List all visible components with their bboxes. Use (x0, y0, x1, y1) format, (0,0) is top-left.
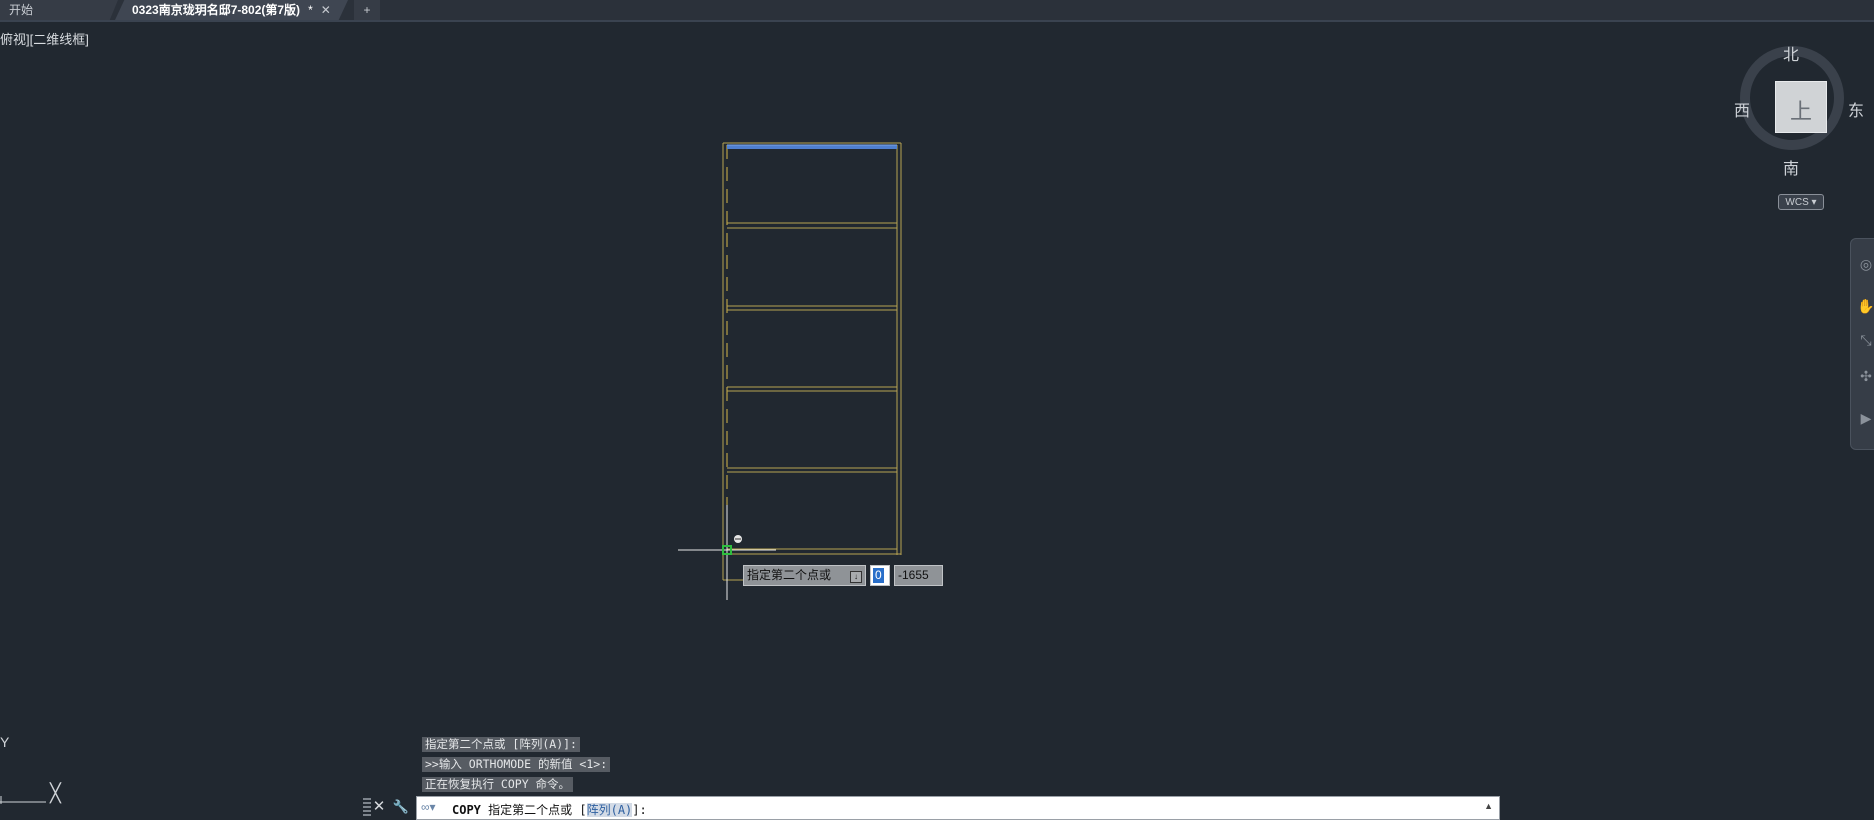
command-prompt: 指定第二个点或 [ (488, 803, 587, 817)
ucs-x-axis (0, 796, 46, 804)
command-line-grip[interactable] (363, 798, 371, 816)
active-command: COPY (452, 803, 481, 817)
viewcube-top-face[interactable]: 上 (1775, 81, 1827, 133)
compass-north[interactable]: 北 (1783, 41, 1799, 65)
customize-wrench-icon[interactable]: 🔧 (392, 797, 410, 817)
wcs-menu-button[interactable]: WCS ▾ (1778, 194, 1824, 210)
command-history-line: >>输入 ORTHOMODE 的新值 <1>: (422, 757, 611, 772)
ucs-y-label: Y (0, 734, 10, 750)
bookshelf-drawing (722, 142, 902, 581)
command-line-input[interactable]: ∞▾ COPY 指定第二个点或 [阵列(A)]: ▲ (416, 796, 1500, 820)
command-history-line: 指定第二个点或 [阵列(A)]: (422, 737, 580, 752)
options-down-arrow-icon[interactable]: ↓ (850, 571, 862, 583)
recent-commands-icon[interactable]: ∞▾ (421, 800, 436, 814)
command-history-expand-icon[interactable]: ▲ (1484, 801, 1493, 811)
dynamic-input-prompt: 指定第二个点或 ↓ (743, 565, 866, 586)
command-suffix: ]: (632, 803, 647, 817)
compass-east[interactable]: 东 (1848, 97, 1864, 121)
navigation-bar: ◎ ✋ ⤡ ✣ ▶ (1850, 238, 1874, 450)
steering-wheel-icon[interactable]: ◎ (1857, 255, 1874, 273)
dynamic-input-x-field[interactable]: 0 (870, 565, 890, 586)
dynamic-input-x-value: 0 (873, 568, 884, 583)
command-line-close-icon[interactable]: ✕ (372, 797, 386, 817)
dynamic-input-prompt-text: 指定第二个点或 (747, 568, 832, 582)
pan-icon[interactable]: ✋ (1857, 297, 1874, 315)
top-face-glyph: 上 (1789, 100, 1812, 125)
viewcube[interactable]: 上 北 南 西 东 WCS ▾ (1730, 36, 1874, 216)
command-line-text: COPY 指定第二个点或 [阵列(A)]: (452, 801, 647, 818)
compass-west[interactable]: 西 (1734, 97, 1750, 121)
drawing-canvas[interactable] (0, 0, 1874, 820)
orbit-icon[interactable]: ✣ (1857, 367, 1874, 385)
compass-south[interactable]: 南 (1783, 155, 1799, 179)
showmotion-icon[interactable]: ▶ (1857, 409, 1874, 427)
command-history-line: 正在恢复执行 COPY 命令。 (422, 777, 574, 792)
ucs-x-label: ╳ (50, 783, 61, 803)
array-option-link[interactable]: 阵列(A) (586, 803, 633, 817)
dynamic-input-y-field[interactable]: -1655 (894, 565, 943, 586)
zoom-icon[interactable]: ⤡ (1857, 331, 1874, 349)
selected-top-edge (727, 145, 897, 149)
